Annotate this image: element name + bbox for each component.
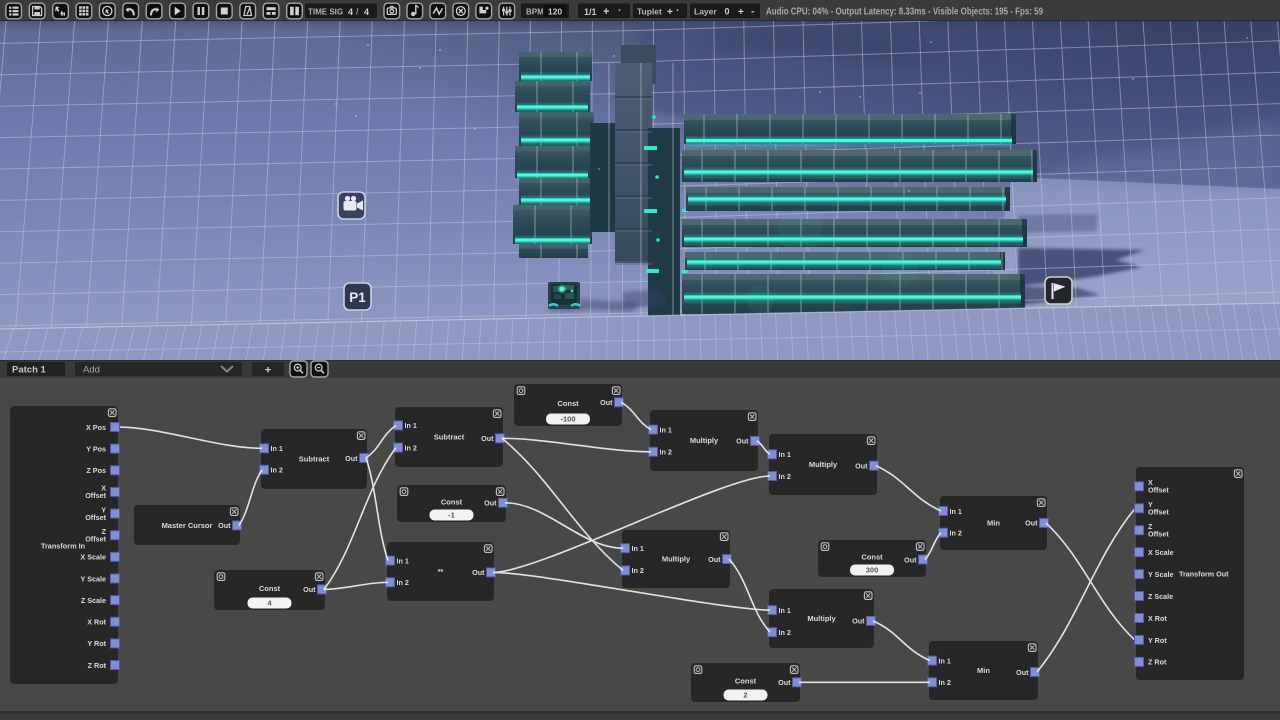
svg-text:+: +: [603, 6, 609, 18]
svg-text:+: +: [265, 364, 271, 376]
svg-text:Const: Const: [557, 399, 579, 408]
svg-text:Multiply: Multiply: [807, 614, 836, 623]
svg-text:Audio CPU: 04% - Output Latenc: Audio CPU: 04% - Output Latency: 8.33ms …: [766, 6, 1043, 18]
svg-text:Y Scale: Y Scale: [81, 574, 106, 583]
svg-text:In 2: In 2: [632, 566, 644, 575]
svg-text:TIME SIG: TIME SIG: [308, 7, 343, 16]
svg-text:-100: -100: [560, 415, 575, 424]
svg-text:Offset: Offset: [1148, 529, 1169, 538]
svg-text:Y Rot: Y Rot: [1148, 636, 1167, 645]
svg-text:4: 4: [348, 7, 353, 17]
svg-text:In 1: In 1: [271, 444, 283, 453]
svg-text:Const: Const: [735, 677, 757, 686]
svg-text:In 2: In 2: [271, 466, 283, 475]
svg-text:Subtract: Subtract: [434, 433, 465, 442]
svg-text:·: ·: [676, 5, 680, 17]
svg-text:Multiply: Multiply: [662, 555, 691, 564]
svg-text:Out: Out: [484, 499, 497, 508]
svg-text:In 2: In 2: [939, 678, 951, 687]
svg-text:Min: Min: [977, 666, 990, 675]
svg-text:Out: Out: [904, 555, 917, 564]
svg-text:Transform Out: Transform Out: [1179, 570, 1229, 579]
svg-text:Out: Out: [736, 437, 749, 446]
svg-text:Out: Out: [852, 617, 865, 626]
svg-text:P1: P1: [349, 290, 366, 305]
svg-text:**: **: [438, 569, 444, 576]
svg-text:Patch 1: Patch 1: [12, 365, 47, 376]
svg-text:X Scale: X Scale: [80, 553, 106, 562]
svg-text:+: +: [667, 7, 673, 18]
svg-text:X Pos: X Pos: [86, 423, 106, 432]
svg-text:Const: Const: [861, 553, 883, 562]
svg-text:-: -: [751, 6, 755, 18]
svg-text:Layer: Layer: [694, 6, 717, 16]
svg-text:Offset: Offset: [85, 534, 106, 543]
svg-text:+: +: [738, 7, 744, 18]
svg-text:Out: Out: [1016, 668, 1029, 677]
svg-text:4: 4: [364, 7, 369, 17]
svg-text:Out: Out: [708, 555, 721, 564]
svg-text:Master Cursor: Master Cursor: [162, 521, 213, 530]
svg-text:X Rot: X Rot: [87, 618, 106, 627]
svg-text:In 2: In 2: [950, 529, 962, 538]
svg-text:Offset: Offset: [85, 491, 106, 500]
svg-text:Min: Min: [987, 519, 1000, 528]
svg-text:Y Scale: Y Scale: [1148, 570, 1173, 579]
svg-text:Add: Add: [83, 365, 100, 376]
svg-text:Z Rot: Z Rot: [1148, 658, 1167, 667]
svg-text:Z Scale: Z Scale: [1148, 592, 1173, 601]
svg-text:In 2: In 2: [779, 628, 791, 637]
svg-text:2: 2: [743, 691, 747, 700]
svg-text:X Scale: X Scale: [1148, 548, 1174, 557]
svg-text:Offset: Offset: [85, 513, 106, 522]
svg-text:-1: -1: [448, 511, 455, 520]
svg-text:Out: Out: [855, 462, 868, 471]
svg-text:Out: Out: [1025, 519, 1038, 528]
svg-text:Offset: Offset: [1148, 508, 1169, 517]
svg-text:Multiply: Multiply: [809, 460, 838, 469]
svg-text:Tuplet: Tuplet: [637, 6, 662, 16]
svg-text:In 1: In 1: [632, 544, 644, 553]
svg-text:X Rot: X Rot: [1148, 614, 1167, 623]
svg-text:0: 0: [724, 7, 729, 17]
svg-text:Out: Out: [481, 434, 494, 443]
svg-text:Transform In: Transform In: [41, 542, 85, 551]
svg-text:Const: Const: [441, 498, 463, 507]
svg-text:In 2: In 2: [397, 578, 409, 587]
svg-text:In 1: In 1: [779, 450, 791, 459]
svg-text:Multiply: Multiply: [690, 436, 719, 445]
svg-text:Const: Const: [259, 584, 281, 593]
svg-text:In 1: In 1: [660, 425, 672, 434]
svg-text:Z Rot: Z Rot: [88, 661, 107, 670]
svg-text:BPM: BPM: [526, 7, 544, 16]
svg-text:Out: Out: [218, 521, 231, 530]
svg-text:In 1: In 1: [939, 656, 951, 665]
svg-text:Out: Out: [778, 678, 791, 687]
svg-text:300: 300: [866, 566, 879, 575]
svg-text:Out: Out: [600, 398, 613, 407]
svg-text:Y Pos: Y Pos: [86, 444, 106, 453]
svg-text:In 2: In 2: [779, 472, 791, 481]
svg-text:·: ·: [618, 5, 622, 17]
svg-text:In 1: In 1: [950, 507, 962, 516]
svg-text:In 1: In 1: [779, 606, 791, 615]
svg-text:In 1: In 1: [405, 421, 417, 430]
svg-text:In 2: In 2: [405, 443, 417, 452]
svg-text:Z Pos: Z Pos: [86, 466, 106, 475]
svg-text:Out: Out: [303, 585, 316, 594]
svg-text:Offset: Offset: [1148, 486, 1169, 495]
svg-text:1/1: 1/1: [584, 7, 597, 17]
svg-text:Y Rot: Y Rot: [87, 639, 106, 648]
svg-text:Subtract: Subtract: [299, 455, 330, 464]
svg-text:Out: Out: [472, 568, 485, 577]
svg-text:120: 120: [548, 7, 562, 17]
svg-text:In 1: In 1: [397, 556, 409, 565]
svg-text:Z Scale: Z Scale: [81, 596, 106, 605]
svg-text:Out: Out: [345, 454, 358, 463]
svg-text:In 2: In 2: [660, 448, 672, 457]
